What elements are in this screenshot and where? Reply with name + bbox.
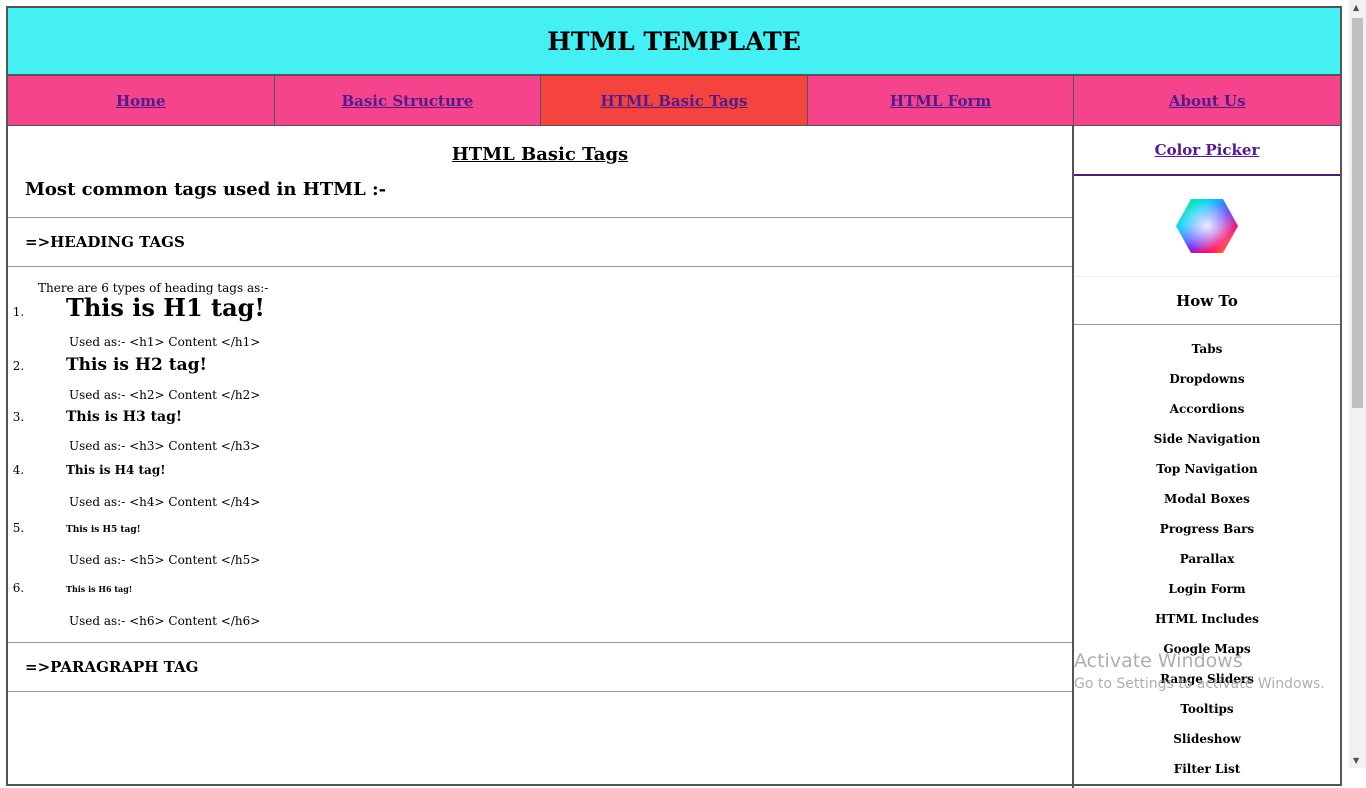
- link-progress-bars[interactable]: Progress Bars: [1074, 517, 1340, 547]
- link-filter-list[interactable]: Filter List: [1074, 757, 1340, 787]
- link-dropdowns[interactable]: Dropdowns: [1074, 367, 1340, 397]
- h5-usage: Used as:- <h5> Content </h5>: [69, 553, 261, 567]
- scrollbar-thumb[interactable]: [1352, 18, 1363, 408]
- list-item: This is H1 tag!: [28, 293, 1072, 322]
- h5-example: This is H5 tag!: [66, 525, 141, 535]
- h6-usage: Used as:- <h6> Content </h6>: [69, 614, 261, 628]
- top-nav: Home Basic Structure HTML Basic Tags HTM…: [8, 75, 1340, 126]
- main-subtitle: Most common tags used in HTML :-: [25, 179, 387, 200]
- h1-usage: Used as:- <h1> Content </h1>: [69, 335, 261, 349]
- h1-example: This is H1 tag!: [66, 293, 265, 322]
- list-item: This is H6 tag!: [28, 581, 1072, 594]
- color-picker-header: Color Picker: [1074, 126, 1340, 176]
- color-hexagon-icon[interactable]: [1175, 197, 1239, 255]
- scroll-up-arrow-icon[interactable]: ▲: [1353, 3, 1359, 12]
- nav-html-basic-tags[interactable]: HTML Basic Tags: [541, 75, 808, 125]
- list-item: This is H2 tag!: [28, 355, 1072, 375]
- h3-example: This is H3 tag!: [66, 409, 183, 425]
- how-to-list: Tabs Dropdowns Accordions Side Navigatio…: [1074, 337, 1340, 787]
- color-picker-link[interactable]: Color Picker: [1155, 141, 1260, 159]
- section-heading-tags: =>HEADING TAGS: [8, 217, 1072, 267]
- sidebar: Color Picker How To Tabs Dropdowns Accor…: [1074, 126, 1340, 788]
- h2-example: This is H2 tag!: [66, 355, 207, 375]
- list-item: This is H4 tag!: [28, 463, 1072, 477]
- page-scrollbar[interactable]: ▲ ▼: [1349, 0, 1366, 768]
- link-modal-boxes[interactable]: Modal Boxes: [1074, 487, 1340, 517]
- how-to-heading: How To: [1074, 277, 1340, 325]
- link-html-includes[interactable]: HTML Includes: [1074, 607, 1340, 637]
- link-accordions[interactable]: Accordions: [1074, 397, 1340, 427]
- link-tabs[interactable]: Tabs: [1074, 337, 1340, 367]
- main-content: HTML Basic Tags Most common tags used in…: [8, 126, 1074, 788]
- color-picker-image-wrap: [1074, 176, 1340, 277]
- h2-usage: Used as:- <h2> Content </h2>: [69, 388, 261, 402]
- link-side-navigation[interactable]: Side Navigation: [1074, 427, 1340, 457]
- page-header: HTML TEMPLATE: [8, 8, 1340, 75]
- link-login-form[interactable]: Login Form: [1074, 577, 1340, 607]
- h4-example: This is H4 tag!: [66, 463, 166, 477]
- nav-about-us[interactable]: About Us: [1074, 75, 1340, 125]
- h4-usage: Used as:- <h4> Content </h4>: [69, 495, 261, 509]
- headings-list: This is H1 tag! Used as:- <h1> Content <…: [8, 293, 1072, 628]
- section-paragraph-tag: =>PARAGRAPH TAG: [8, 642, 1072, 692]
- link-top-navigation[interactable]: Top Navigation: [1074, 457, 1340, 487]
- scroll-down-arrow-icon[interactable]: ▼: [1353, 756, 1359, 765]
- list-item: This is H3 tag!: [28, 409, 1072, 425]
- link-tooltips[interactable]: Tooltips: [1074, 697, 1340, 727]
- h6-example: This is H6 tag!: [66, 584, 133, 594]
- site-title: HTML TEMPLATE: [547, 26, 801, 56]
- nav-html-form[interactable]: HTML Form: [807, 75, 1075, 125]
- h3-usage: Used as:- <h3> Content </h3>: [69, 439, 261, 453]
- link-parallax[interactable]: Parallax: [1074, 547, 1340, 577]
- nav-basic-structure[interactable]: Basic Structure: [274, 75, 542, 125]
- content-body: HTML Basic Tags Most common tags used in…: [8, 126, 1340, 788]
- main-title: HTML Basic Tags: [451, 144, 629, 165]
- link-range-sliders[interactable]: Range Sliders: [1074, 667, 1340, 697]
- list-item: This is H5 tag!: [28, 521, 1072, 535]
- link-slideshow[interactable]: Slideshow: [1074, 727, 1340, 757]
- link-google-maps[interactable]: Google Maps: [1074, 637, 1340, 667]
- page-frame: HTML TEMPLATE Home Basic Structure HTML …: [6, 6, 1342, 788]
- nav-home[interactable]: Home: [8, 75, 275, 125]
